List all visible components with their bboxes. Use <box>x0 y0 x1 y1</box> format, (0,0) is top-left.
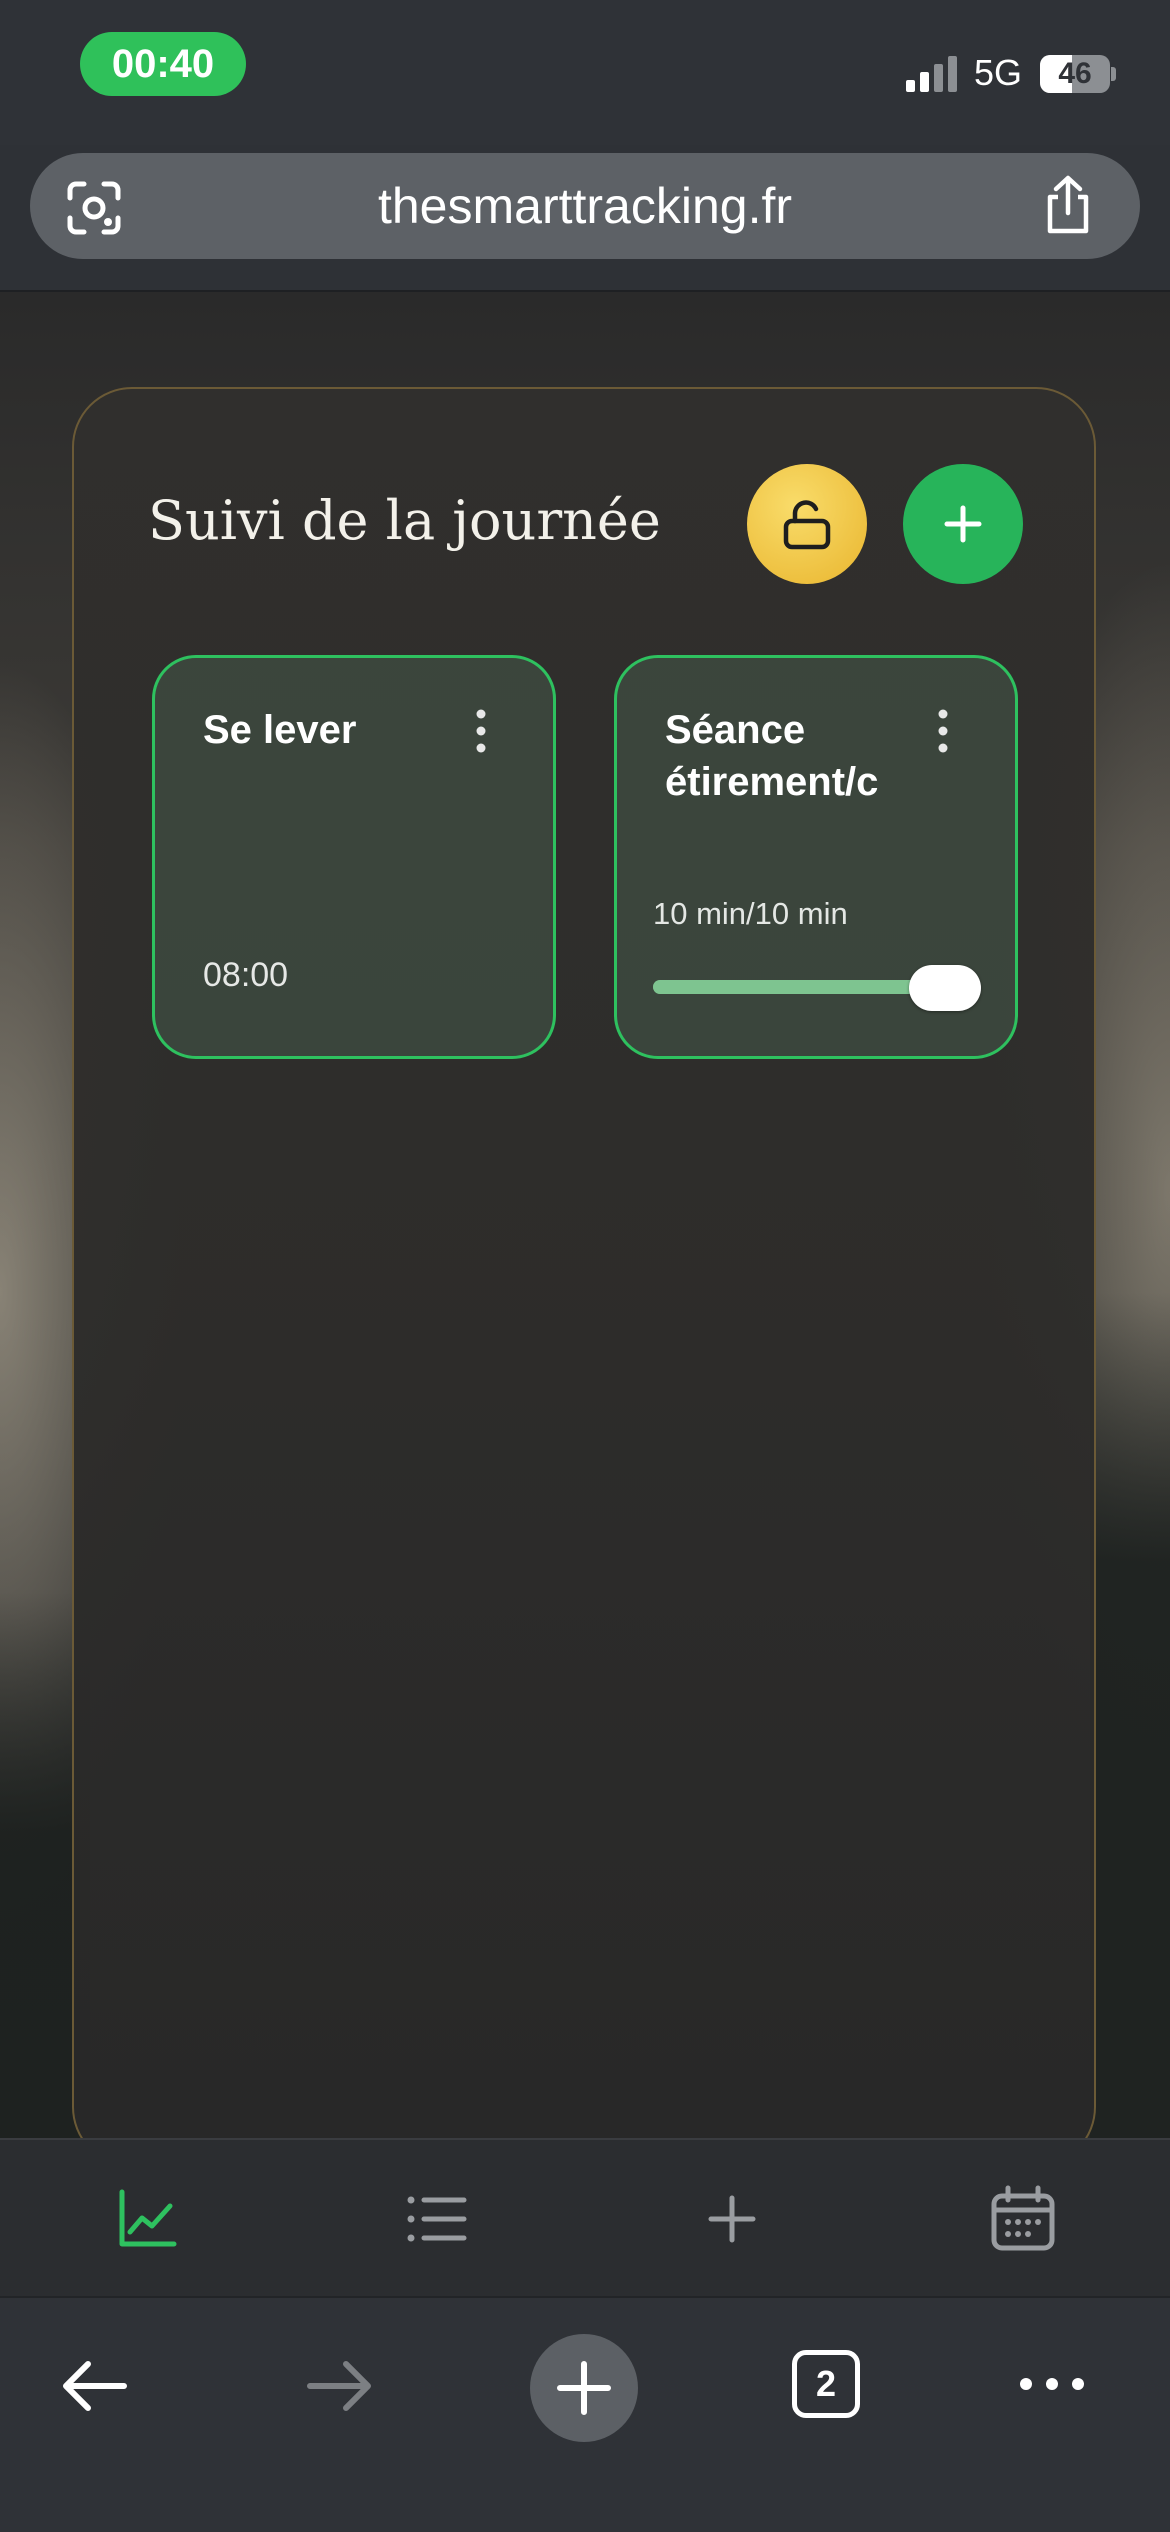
url-text[interactable]: thesmarttracking.fr <box>30 153 1140 259</box>
battery-tip <box>1111 67 1116 81</box>
forward-arrow-icon[interactable] <box>304 2356 376 2416</box>
new-tab-button[interactable] <box>530 2334 638 2442</box>
calendar-icon[interactable] <box>988 2184 1058 2254</box>
battery-icon: 46 <box>1040 55 1110 93</box>
unlock-icon <box>783 500 831 550</box>
task-card-time: 08:00 <box>203 956 289 994</box>
url-bar[interactable]: thesmarttracking.fr <box>30 153 1140 259</box>
task-progress-text: 10 min/10 min <box>653 896 848 931</box>
tabs-icon[interactable]: 2 <box>792 2350 860 2418</box>
progress-slider-fill <box>653 980 953 994</box>
back-arrow-icon[interactable] <box>58 2356 130 2416</box>
browser-toolbar: 2 <box>0 2296 1170 2532</box>
plus-icon <box>944 505 982 543</box>
app-bottom-nav <box>0 2138 1170 2296</box>
battery-level: 46 <box>1058 57 1092 90</box>
plus-icon[interactable] <box>697 2184 767 2254</box>
more-vertical-icon[interactable] <box>935 708 951 754</box>
forest-right <box>1090 1292 1170 2138</box>
progress-slider-track[interactable] <box>653 980 953 994</box>
list-icon[interactable] <box>402 2184 472 2254</box>
day-tracking-panel: Suivi de la journée Se lever 08:00 Séanc… <box>72 387 1096 2167</box>
more-vertical-icon[interactable] <box>473 708 489 754</box>
task-card-seance-etirement[interactable]: Séance étirement/c 10 min/10 min <box>614 655 1018 1059</box>
more-icon[interactable] <box>1016 2372 1088 2396</box>
signal-icon <box>906 56 957 92</box>
add-task-button[interactable] <box>903 464 1023 584</box>
network-type: 5G <box>974 52 1023 93</box>
task-card-title: Se lever <box>203 708 357 752</box>
status-bar: 00:40 5G 46 <box>0 0 1170 145</box>
chart-line-icon[interactable] <box>112 2184 182 2254</box>
share-icon[interactable] <box>1040 175 1096 235</box>
new-tab-plus-icon <box>557 2361 611 2415</box>
page-title: Suivi de la journée <box>148 489 661 552</box>
task-card-title: Séance étirement/c <box>665 708 879 804</box>
unlock-button[interactable] <box>747 464 867 584</box>
progress-slider-knob[interactable] <box>909 965 981 1011</box>
task-card-se-lever[interactable]: Se lever 08:00 <box>152 655 556 1059</box>
status-time[interactable]: 00:40 <box>80 32 246 96</box>
